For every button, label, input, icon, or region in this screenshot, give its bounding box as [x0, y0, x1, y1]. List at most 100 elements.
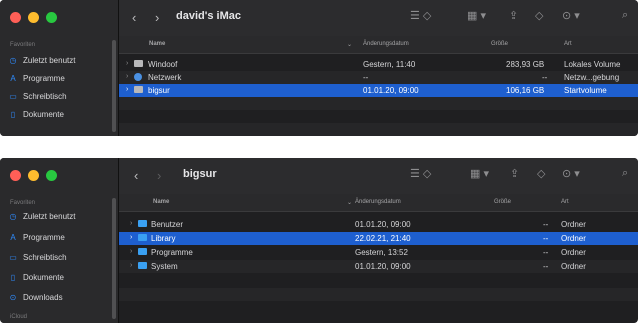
disclosure-chevron-icon[interactable]: ›: [130, 220, 132, 227]
sort-chevron-icon: ⌄: [347, 42, 353, 48]
disk-icon: [134, 60, 143, 69]
sidebar-item-desktop[interactable]: ▭ Schreibtisch: [8, 88, 66, 104]
row-kind: Ordner: [561, 248, 586, 257]
empty-row: [119, 123, 638, 136]
column-header: Name ⌄ Änderungsdatum Größe Art: [119, 194, 638, 212]
zoom-button[interactable]: [46, 170, 57, 181]
sidebar-item-label: Zuletzt benutzt: [23, 211, 76, 221]
table-row[interactable]: › Programme Gestern, 13:52 -- Ordner: [119, 246, 638, 259]
table-row-selected[interactable]: › Library 22.02.21, 21:40 -- Ordner: [119, 232, 638, 245]
folder-icon: [138, 262, 147, 271]
row-name: Library: [151, 234, 176, 243]
view-list-button[interactable]: ☰ ◇: [410, 167, 431, 180]
row-size: 283,93 GB: [506, 60, 545, 69]
sidebar-scrollbar[interactable]: [112, 40, 116, 132]
close-button[interactable]: [10, 170, 21, 181]
minimize-button[interactable]: [28, 170, 39, 181]
row-name: Netzwerk: [148, 73, 182, 82]
row-size: --: [543, 234, 549, 243]
disclosure-chevron-icon[interactable]: ›: [130, 248, 132, 255]
sidebar-item-applications[interactable]: A Programme: [8, 229, 65, 245]
sidebar-scrollbar[interactable]: [112, 198, 116, 319]
row-size: --: [543, 220, 549, 229]
empty-row: [119, 97, 638, 110]
sidebar-item-downloads[interactable]: ⊙ Downloads: [8, 289, 63, 305]
row-date: --: [363, 73, 369, 82]
row-date: 22.02.21, 21:40: [355, 234, 411, 243]
close-button[interactable]: [10, 12, 21, 23]
disclosure-chevron-icon[interactable]: ›: [126, 73, 128, 80]
row-date: Gestern, 13:52: [355, 248, 408, 257]
back-button[interactable]: ‹: [134, 168, 138, 183]
sidebar-section-icloud: iCloud: [10, 314, 28, 320]
row-name: Benutzer: [151, 220, 184, 229]
row-name: System: [151, 262, 178, 271]
sidebar-item-label: Schreibtisch: [23, 252, 67, 262]
sidebar-item-documents[interactable]: ▯ Dokumente: [8, 269, 64, 285]
disclosure-chevron-icon[interactable]: ›: [126, 60, 128, 67]
column-kind[interactable]: Art: [564, 41, 572, 47]
desktop-icon: ▭: [9, 91, 17, 101]
sidebar-item-documents[interactable]: ▯ Dokumente: [8, 106, 64, 122]
view-gallery-button[interactable]: ▦ ▾: [467, 9, 486, 22]
finder-window-bigsur: Favoriten ◷ Zuletzt benutzt A Programme …: [0, 158, 638, 323]
folder-icon: [138, 220, 147, 229]
back-button[interactable]: ‹: [132, 10, 136, 25]
row-date: 01.01.20, 09:00: [363, 86, 419, 95]
row-size: 106,16 GB: [506, 86, 545, 95]
sidebar-item-desktop[interactable]: ▭ Schreibtisch: [8, 249, 67, 265]
table-row[interactable]: › Netzwerk -- -- Netzw...gebung: [119, 71, 638, 84]
column-size[interactable]: Größe: [494, 199, 511, 205]
table-row[interactable]: › System 01.01.20, 09:00 -- Ordner: [119, 260, 638, 273]
sidebar: Favoriten ◷ Zuletzt benutzt A Programme …: [0, 0, 119, 136]
window-controls: [10, 12, 57, 23]
search-icon[interactable]: ⌕: [622, 167, 628, 180]
window-title: david's iMac: [176, 10, 241, 22]
sidebar-item-applications[interactable]: A Programme: [8, 70, 64, 86]
column-name[interactable]: Name: [153, 199, 169, 205]
row-kind: Ordner: [561, 234, 586, 243]
view-gallery-button[interactable]: ▦ ▾: [470, 167, 489, 180]
window-controls: [10, 170, 57, 181]
finder-window-imac: Favoriten ◷ Zuletzt benutzt A Programme …: [0, 0, 638, 136]
table-row[interactable]: › Windoof Gestern, 11:40 283,93 GB Lokal…: [119, 58, 638, 71]
row-date: Gestern, 11:40: [363, 60, 416, 69]
column-date[interactable]: Änderungsdatum: [355, 199, 401, 205]
more-actions-button[interactable]: ⊙ ▾: [562, 167, 580, 180]
sidebar-item-label: Downloads: [23, 292, 63, 302]
table-row[interactable]: › Benutzer 01.01.20, 09:00 -- Ordner: [119, 218, 638, 231]
desktop-icon: ▭: [9, 252, 17, 262]
sidebar-item-label: Programme: [23, 232, 65, 242]
search-icon[interactable]: ⌕: [622, 9, 628, 22]
share-icon[interactable]: ⇪: [510, 167, 519, 180]
forward-button[interactable]: ›: [155, 10, 159, 25]
disclosure-chevron-icon[interactable]: ›: [130, 234, 132, 241]
column-kind[interactable]: Art: [561, 199, 569, 205]
table-row-selected[interactable]: › bigsur 01.01.20, 09:00 106,16 GB Start…: [119, 84, 638, 97]
window-title: bigsur: [183, 168, 217, 180]
column-size[interactable]: Größe: [491, 41, 508, 47]
disclosure-chevron-icon[interactable]: ›: [126, 86, 128, 93]
folder-icon: [138, 234, 147, 243]
sidebar-item-recents[interactable]: ◷ Zuletzt benutzt: [8, 208, 76, 224]
sort-chevron-icon: ⌄: [347, 200, 353, 206]
row-kind: Ordner: [561, 262, 586, 271]
document-icon: ▯: [10, 272, 16, 282]
sidebar-item-recents[interactable]: ◷ Zuletzt benutzt: [8, 52, 76, 68]
tag-icon[interactable]: ◇: [537, 167, 545, 180]
column-date[interactable]: Änderungsdatum: [363, 41, 409, 47]
disclosure-chevron-icon[interactable]: ›: [130, 262, 132, 269]
share-icon[interactable]: ⇪: [509, 9, 518, 22]
row-name: Programme: [151, 248, 193, 257]
forward-button[interactable]: ›: [157, 168, 161, 183]
row-kind: Lokales Volume: [564, 60, 621, 69]
row-name: bigsur: [148, 86, 170, 95]
tag-icon[interactable]: ◇: [535, 9, 543, 22]
more-actions-button[interactable]: ⊙ ▾: [562, 9, 580, 22]
view-list-button[interactable]: ☰ ◇: [410, 9, 431, 22]
column-name[interactable]: Name: [149, 41, 165, 47]
apps-icon: A: [10, 73, 16, 83]
minimize-button[interactable]: [28, 12, 39, 23]
row-kind: Startvolume: [564, 86, 607, 95]
zoom-button[interactable]: [46, 12, 57, 23]
